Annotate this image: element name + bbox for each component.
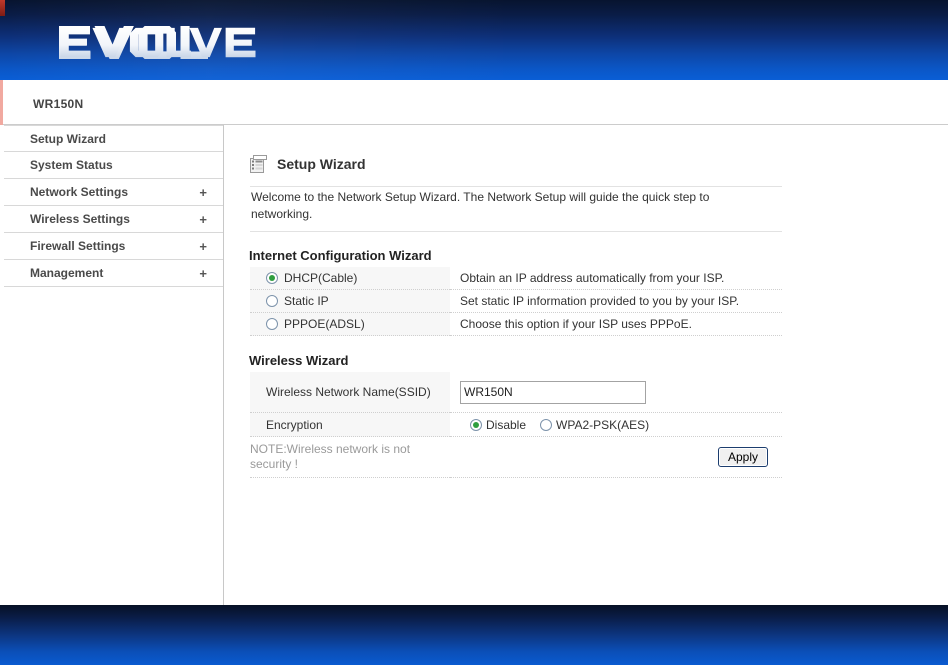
ssid-field-cell	[450, 372, 782, 413]
apply-button[interactable]: Apply	[717, 447, 768, 467]
ssid-label: Wireless Network Name(SSID)	[250, 372, 450, 413]
option-description: Obtain an IP address automatically from …	[450, 267, 782, 290]
encryption-option-label: WPA2-PSK(AES)	[556, 417, 650, 432]
option-dhcp[interactable]: DHCP(Cable)	[250, 267, 450, 290]
welcome-text: Welcome to the Network Setup Wizard. The…	[251, 190, 710, 221]
evolve-wordmark-shape	[60, 27, 222, 58]
model-name: WR150N	[33, 97, 84, 111]
content-pane: Setup Wizard Welcome to the Network Setu…	[225, 125, 948, 605]
header-banner	[0, 0, 948, 80]
sidebar-item-setup-wizard[interactable]: Setup Wizard	[4, 125, 223, 152]
heading-divider	[250, 186, 782, 187]
banner-accent-mark	[0, 0, 5, 16]
expand-icon[interactable]: +	[199, 179, 207, 206]
wireless-wizard-table: Wireless Network Name(SSID) Encryption D…	[250, 372, 782, 478]
internet-wizard-title: Internet Configuration Wizard	[249, 248, 432, 263]
router-admin-page: WR150N Setup Wizard System Status Networ…	[0, 0, 948, 665]
sidebar-item-firewall-settings[interactable]: Firewall Settings +	[4, 233, 223, 260]
sidebar-navigation: Setup Wizard System Status Network Setti…	[4, 125, 224, 605]
option-label: DHCP(Cable)	[284, 271, 358, 285]
table-row: Encryption Disable WPA2-PSK(AES)	[250, 412, 782, 437]
security-note: NOTE:Wireless network is not security !	[250, 436, 450, 478]
internet-wizard-table: DHCP(Cable) Obtain an IP address automat…	[250, 267, 782, 336]
wireless-wizard-title: Wireless Wizard	[249, 353, 349, 368]
table-row: NOTE:Wireless network is not security ! …	[250, 436, 782, 478]
footer-bar	[0, 605, 948, 665]
sidebar-item-label: Firewall Settings	[30, 239, 126, 253]
expand-icon[interactable]: +	[199, 260, 207, 287]
list-document-icon	[250, 154, 267, 173]
option-description: Set static IP information provided to yo…	[450, 289, 782, 313]
sidebar-item-system-status[interactable]: System Status	[4, 152, 223, 179]
sidebar-item-label: Management	[30, 266, 104, 280]
page-title: Setup Wizard	[277, 156, 366, 172]
encryption-options: Disable WPA2-PSK(AES)	[450, 412, 782, 437]
sidebar-item-network-settings[interactable]: Network Settings +	[4, 179, 223, 206]
expand-icon[interactable]: +	[199, 206, 207, 233]
option-description: Choose this option if your ISP uses PPPo…	[450, 312, 782, 336]
radio-dhcp[interactable]	[266, 272, 278, 284]
sidebar-item-label: Network Settings	[30, 185, 129, 199]
ssid-input[interactable]	[460, 380, 646, 404]
sidebar-item-wireless-settings[interactable]: Wireless Settings +	[4, 206, 223, 233]
page-heading: Setup Wizard	[250, 152, 366, 176]
radio-static-ip[interactable]	[266, 295, 278, 307]
option-pppoe[interactable]: PPPOE(ADSL)	[250, 312, 450, 336]
expand-icon[interactable]: +	[199, 233, 207, 260]
option-label: PPPOE(ADSL)	[284, 317, 365, 331]
sidebar-item-management[interactable]: Management +	[4, 260, 223, 287]
body-area: Setup Wizard System Status Network Setti…	[0, 125, 948, 605]
radio-pppoe[interactable]	[266, 318, 278, 330]
sidebar-item-label: System Status	[30, 158, 113, 172]
encryption-option-label: Disable	[486, 417, 527, 432]
evolve-logo	[59, 26, 260, 59]
encryption-label: Encryption	[250, 412, 450, 437]
evolve-wordmark-last-e	[225, 27, 256, 58]
table-row: Wireless Network Name(SSID)	[250, 372, 782, 413]
option-static-ip[interactable]: Static IP	[250, 289, 450, 313]
radio-encryption-wpa2[interactable]	[540, 418, 553, 431]
table-row[interactable]: Static IP Set static IP information prov…	[250, 289, 782, 313]
table-row[interactable]: PPPOE(ADSL) Choose this option if your I…	[250, 312, 782, 336]
option-label: Static IP	[284, 294, 329, 308]
radio-encryption-disable[interactable]	[470, 418, 482, 431]
table-row[interactable]: DHCP(Cable) Obtain an IP address automat…	[250, 267, 782, 290]
welcome-divider	[250, 231, 782, 232]
model-title-band: WR150N	[0, 80, 948, 125]
sidebar-item-label: Wireless Settings	[30, 212, 130, 226]
sidebar-item-label: Setup Wizard	[30, 132, 106, 146]
apply-cell: Apply	[450, 436, 782, 478]
